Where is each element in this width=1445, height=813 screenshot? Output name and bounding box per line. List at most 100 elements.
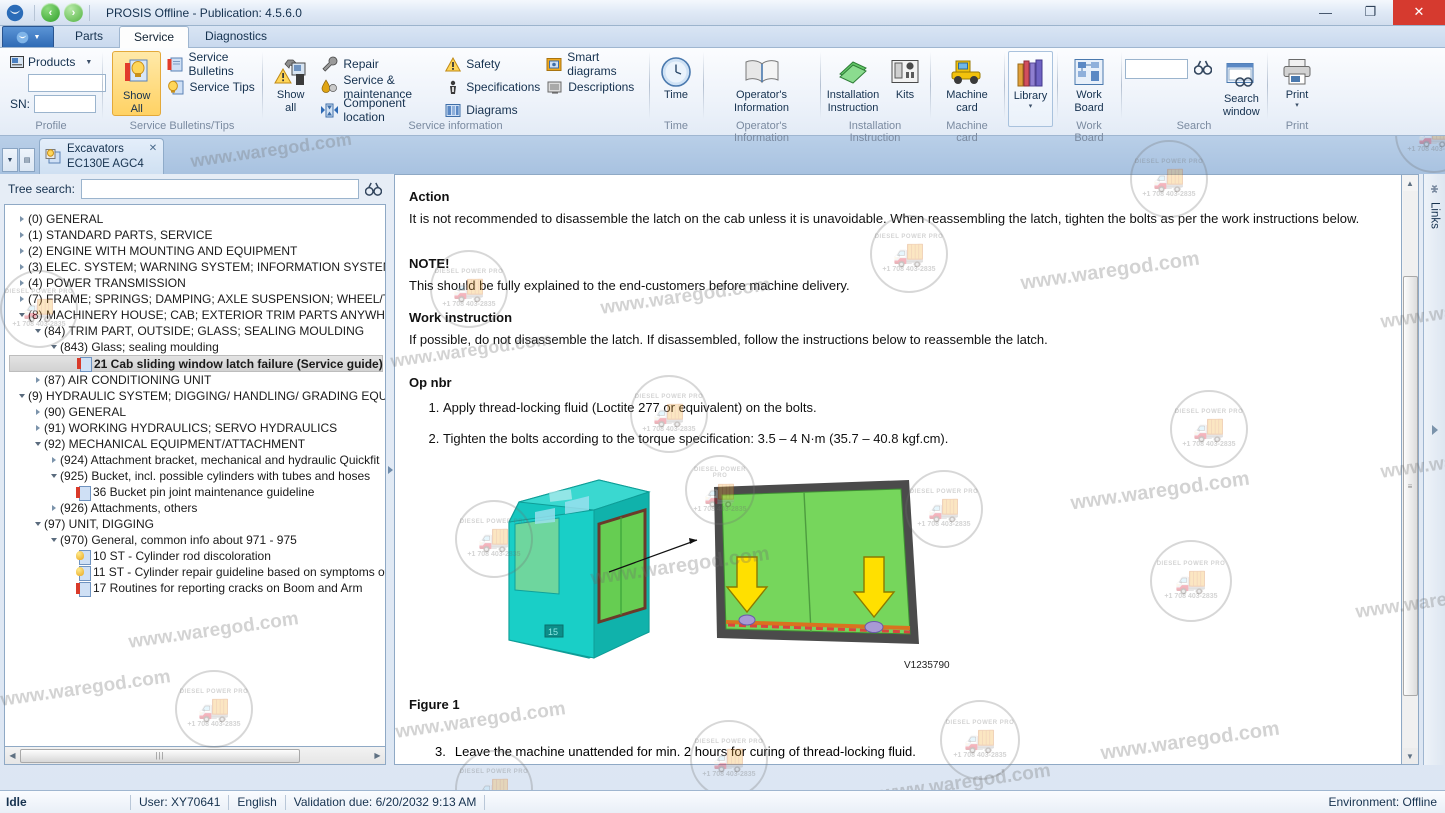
scroll-right-icon[interactable]: ▶	[370, 748, 385, 764]
oil-drop-icon	[321, 79, 338, 96]
print-button[interactable]: Print ▾	[1272, 51, 1322, 110]
tree-item[interactable]: (97) UNIT, DIGGING	[9, 516, 383, 532]
service-bulletins-button[interactable]: Service Bulletins	[167, 50, 258, 78]
tree-item[interactable]: (87) AIR CONDITIONING UNIT	[9, 372, 383, 388]
document-tab-close-icon[interactable]: ✕	[149, 139, 157, 156]
tab-parts[interactable]: Parts	[60, 25, 118, 47]
products-dropdown[interactable]: Products ▼	[10, 55, 92, 69]
search-window-button[interactable]: Search window	[1220, 55, 1263, 118]
tab-diagnostics[interactable]: Diagnostics	[190, 25, 282, 47]
close-button[interactable]: ✕	[1393, 0, 1445, 25]
tree-expand-arrow-icon[interactable]	[47, 457, 60, 463]
descriptions-button[interactable]: Descriptions	[546, 77, 645, 97]
tree-item[interactable]: (90) GENERAL	[9, 404, 383, 420]
tree-collapse-arrow-icon[interactable]	[47, 345, 60, 349]
service-maintenance-button[interactable]: Service & maintenance	[321, 73, 438, 101]
tree-collapse-arrow-icon[interactable]	[31, 329, 44, 333]
new-document-button[interactable]: ▤	[19, 148, 35, 172]
document-vertical-scrollbar[interactable]: ▲ ≡ ▼	[1402, 174, 1419, 765]
library-button[interactable]: Library ▾	[1008, 51, 1053, 127]
tree-item[interactable]: (4) POWER TRANSMISSION	[9, 275, 383, 291]
tree-item[interactable]: (92) MECHANICAL EQUIPMENT/ATTACHMENT	[9, 436, 383, 452]
machine-card-button[interactable]: Machine card	[937, 51, 997, 114]
links-panel[interactable]: Links	[1423, 174, 1445, 765]
tree-item[interactable]: (84) TRIM PART, OUTSIDE; GLASS; SEALING …	[9, 323, 383, 339]
tree-collapse-arrow-icon[interactable]	[15, 313, 28, 317]
installation-instruction-label-1: Installation	[826, 89, 880, 101]
vscroll-track[interactable]: ≡	[1402, 191, 1418, 748]
tree-expand-arrow-icon[interactable]	[31, 377, 44, 383]
tree-item[interactable]: (9) HYDRAULIC SYSTEM; DIGGING/ HANDLING/…	[9, 388, 385, 404]
tree-item[interactable]: (91) WORKING HYDRAULICS; SERVO HYDRAULIC…	[9, 420, 383, 436]
tree-expand-arrow-icon[interactable]	[15, 216, 28, 222]
tree-collapse-arrow-icon[interactable]	[31, 442, 44, 446]
maximize-button[interactable]: ❐	[1348, 0, 1393, 25]
tree-item[interactable]: (1) STANDARD PARTS, SERVICE	[9, 227, 383, 243]
time-button[interactable]: Time	[653, 51, 699, 102]
tree-item[interactable]: (3) ELEC. SYSTEM; WARNING SYSTEM; INFORM…	[9, 259, 385, 275]
repair-button[interactable]: Repair	[321, 54, 438, 74]
expand-arrow-icon[interactable]	[1431, 424, 1438, 435]
tree-item[interactable]: (0) GENERAL	[9, 211, 383, 227]
tree-item[interactable]: (925) Bucket, incl. possible cylinders w…	[9, 468, 383, 484]
navigation-tree[interactable]: (0) GENERAL (1) STANDARD PARTS, SERVICE (2…	[4, 204, 386, 747]
tree-item[interactable]: 11 ST - Cylinder repair guideline based …	[9, 564, 385, 581]
diagrams-button[interactable]: Diagrams	[444, 100, 540, 120]
minimize-button[interactable]: —	[1303, 0, 1348, 25]
tree-collapse-arrow-icon[interactable]	[47, 474, 60, 478]
tree-collapse-arrow-icon[interactable]	[47, 538, 60, 542]
tree-expand-arrow-icon[interactable]	[15, 296, 28, 302]
tree-item[interactable]: 17 Routines for reporting cracks on Boom…	[9, 580, 383, 597]
tree-item[interactable]: (926) Attachments, others	[9, 500, 383, 516]
tab-service[interactable]: Service	[119, 26, 190, 48]
safety-button[interactable]: Safety	[444, 54, 540, 74]
tree-item[interactable]: (970) General, common info about 971 - 9…	[9, 532, 383, 548]
search-input[interactable]	[1125, 59, 1188, 79]
installation-instruction-button[interactable]: Installation Instruction	[824, 51, 882, 114]
tab-list-dropdown[interactable]: ▼	[2, 148, 18, 172]
tree-expand-arrow-icon[interactable]	[15, 280, 28, 286]
pane-splitter[interactable]	[386, 174, 394, 765]
show-all-service-button[interactable]: Show all	[266, 51, 315, 114]
tree-search-input[interactable]	[80, 179, 359, 199]
tree-item[interactable]: (924) Attachment bracket, mechanical and…	[9, 452, 383, 468]
show-all-bulletins-button[interactable]: Show All	[112, 51, 162, 117]
tree-collapse-arrow-icon[interactable]	[31, 522, 44, 526]
tree-expand-arrow-icon[interactable]	[15, 248, 28, 254]
product-input[interactable]	[28, 74, 106, 92]
tree-item[interactable]: 21 Cab sliding window latch failure (Ser…	[9, 355, 385, 372]
binoculars-icon[interactable]	[1193, 60, 1212, 76]
document-tab-excavators[interactable]: Excavators EC130E AGC4 ✕	[39, 138, 165, 174]
tree-expand-arrow-icon[interactable]	[15, 264, 28, 270]
tree-item[interactable]: 10 ST - Cylinder rod discoloration	[9, 548, 383, 565]
application-menu-button[interactable]: ▼	[2, 26, 54, 47]
tree-item[interactable]: (7) FRAME; SPRINGS; DAMPING; AXLE SUSPEN…	[9, 291, 385, 307]
tree-item[interactable]: 36 Bucket pin joint maintenance guidelin…	[9, 484, 383, 501]
service-tips-button[interactable]: Service Tips	[167, 77, 258, 97]
scroll-down-icon[interactable]: ▼	[1403, 748, 1418, 764]
tree-expand-arrow-icon[interactable]	[15, 232, 28, 238]
work-board-button[interactable]: Work Board	[1061, 51, 1117, 114]
smart-diagrams-button[interactable]: Smart diagrams	[546, 50, 645, 78]
forward-button[interactable]: ›	[64, 3, 83, 22]
sn-input[interactable]	[34, 95, 97, 113]
scroll-left-icon[interactable]: ◀	[5, 748, 20, 764]
tree-collapse-arrow-icon[interactable]	[15, 394, 28, 398]
tree-item[interactable]: (843) Glass; sealing moulding	[9, 339, 383, 355]
back-button[interactable]: ‹	[41, 3, 60, 22]
operators-information-button[interactable]: Operator's Information	[718, 51, 806, 114]
repair-label: Repair	[343, 57, 379, 71]
tree-expand-arrow-icon[interactable]	[47, 505, 60, 511]
kits-button[interactable]: Kits	[884, 51, 926, 102]
component-location-button[interactable]: Component location	[321, 96, 438, 124]
vscroll-thumb[interactable]: ≡	[1402, 276, 1418, 696]
tree-item[interactable]: (2) ENGINE WITH MOUNTING AND EQUIPMENT	[9, 243, 383, 259]
scroll-up-icon[interactable]: ▲	[1403, 175, 1418, 191]
tree-search-binoculars-icon[interactable]	[365, 182, 382, 197]
tree-expand-arrow-icon[interactable]	[31, 409, 44, 415]
tree-expand-arrow-icon[interactable]	[31, 425, 44, 431]
tree-hscroll-thumb[interactable]: |||	[20, 748, 300, 763]
tree-item[interactable]: (8) MACHINERY HOUSE; CAB; EXTERIOR TRIM …	[9, 307, 385, 323]
tree-horizontal-scrollbar[interactable]: ◀ ||| ▶	[4, 747, 386, 765]
specifications-button[interactable]: Specifications	[444, 77, 540, 97]
